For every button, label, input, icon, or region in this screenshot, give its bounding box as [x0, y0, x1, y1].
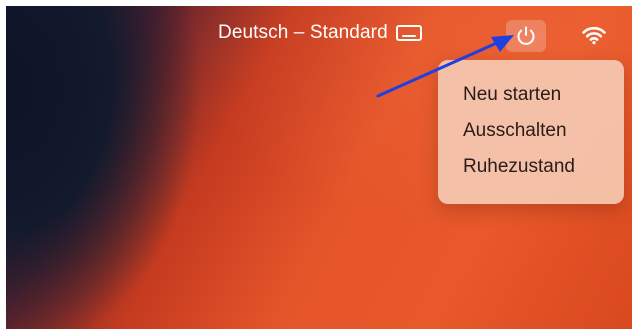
annotation-arrow [376, 35, 514, 98]
desktop-wallpaper: Deutsch – Standard Neu starten Ausschalt… [6, 6, 632, 329]
